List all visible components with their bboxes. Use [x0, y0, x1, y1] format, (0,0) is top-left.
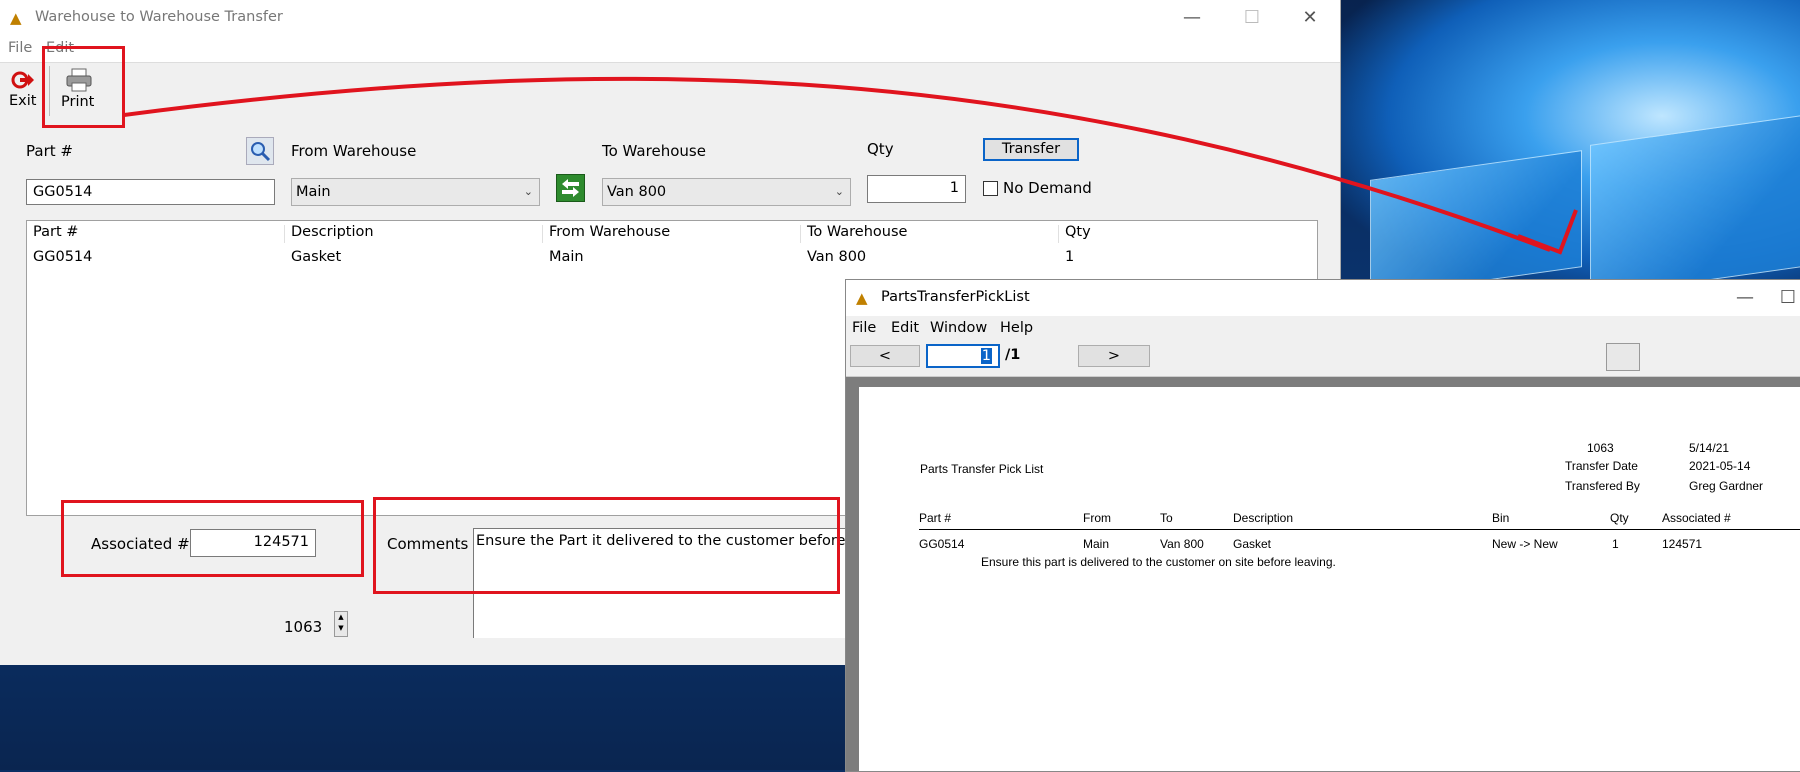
transfer-button[interactable]: Transfer	[983, 138, 1079, 161]
print-highlight-box	[42, 46, 125, 128]
report-header-rule	[919, 529, 1800, 530]
maximize-button[interactable]: ☐	[1768, 280, 1800, 316]
exit-icon	[11, 71, 34, 89]
export-page-icon	[1607, 344, 1639, 370]
page-total: /1	[1005, 347, 1021, 363]
associated-highlight-box	[61, 500, 364, 577]
report-cell-bin: New -> New	[1492, 537, 1558, 551]
title-bar: ▲ Warehouse to Warehouse Transfer — ☐ ✕	[0, 0, 1340, 36]
cell-to: Van 800	[807, 249, 867, 265]
next-page-button[interactable]: >	[1078, 345, 1150, 367]
qty-label: Qty	[867, 140, 894, 158]
to-warehouse-value: Van 800	[607, 184, 667, 200]
no-demand-checkbox[interactable]	[983, 181, 998, 196]
cell-part: GG0514	[33, 249, 93, 265]
close-button[interactable]: ✕	[1290, 0, 1330, 36]
part-label: Part #	[26, 142, 73, 160]
report-window-title: PartsTransferPickList	[881, 289, 1030, 305]
chevron-down-icon: ⌄	[523, 185, 533, 198]
report-header-to: To	[1160, 511, 1173, 525]
prev-page-button[interactable]: <	[850, 345, 920, 367]
exit-button[interactable]: Exit	[4, 67, 40, 115]
desktop-window-pane	[1590, 115, 1800, 297]
cell-qty: 1	[1065, 249, 1075, 265]
report-cell-associated: 124571	[1662, 537, 1703, 551]
report-canvas: 1063 5/14/21 Parts Transfer Pick List Tr…	[846, 377, 1800, 771]
report-preview-window: ▲ PartsTransferPickList — ☐ File Edit Wi…	[845, 279, 1800, 772]
comments-highlight-box	[373, 497, 840, 594]
report-cell-qty: 1	[1612, 537, 1619, 551]
qty-input[interactable]: 1	[867, 175, 966, 203]
from-warehouse-value: Main	[296, 184, 331, 200]
report-header-from: From	[1083, 511, 1111, 525]
menu-file[interactable]: File	[852, 320, 876, 336]
menu-file[interactable]: File	[8, 40, 32, 56]
cell-from: Main	[549, 249, 584, 265]
transfered-by-value: Greg Gardner	[1689, 479, 1764, 493]
report-header-associated: Associated #	[1662, 511, 1731, 525]
report-cell-part: GG0514	[919, 537, 965, 551]
menu-window[interactable]: Window	[930, 320, 987, 336]
chevron-down-icon: ⌄	[834, 185, 844, 198]
report-cell-to: Van 800	[1160, 537, 1204, 551]
report-header-part: Part #	[919, 511, 952, 525]
exit-label: Exit	[9, 93, 37, 109]
no-demand-label: No Demand	[1003, 179, 1092, 197]
window-title: Warehouse to Warehouse Transfer	[35, 9, 283, 25]
spin-up-icon[interactable]: ▲	[335, 612, 347, 623]
page-number-value: 1	[980, 348, 992, 364]
table-row[interactable]: GG0514 Gasket Main Van 800 1	[27, 247, 1317, 269]
grid-header-from[interactable]: From Warehouse	[549, 224, 670, 240]
report-page: 1063 5/14/21 Parts Transfer Pick List Tr…	[859, 387, 1800, 771]
grid-header-qty[interactable]: Qty	[1065, 224, 1091, 240]
report-number: 1063	[1587, 441, 1614, 455]
transfer-date-value: 2021-05-14	[1689, 459, 1751, 473]
app-icon: ▲	[856, 289, 868, 307]
from-warehouse-select[interactable]: Main ⌄	[291, 178, 540, 206]
to-warehouse-select[interactable]: Van 800 ⌄	[602, 178, 851, 206]
search-icon	[251, 142, 271, 162]
part-input[interactable]: GG0514	[26, 179, 275, 205]
report-date: 5/14/21	[1689, 441, 1730, 455]
maximize-button[interactable]: ☐	[1232, 0, 1272, 36]
transfer-date-label: Transfer Date	[1565, 459, 1638, 473]
to-warehouse-label: To Warehouse	[602, 142, 706, 160]
from-warehouse-label: From Warehouse	[291, 142, 417, 160]
grid-header-description[interactable]: Description	[291, 224, 374, 240]
report-navigation-bar: < 1 /1 >	[846, 342, 1800, 377]
part-lookup-button[interactable]	[246, 137, 274, 165]
report-row: GG0514 Main Van 800 Gasket New -> New 1 …	[859, 537, 1800, 555]
column-divider	[542, 225, 543, 243]
report-header-description: Description	[1233, 511, 1294, 525]
number-spinner[interactable]: ▲ ▼	[334, 611, 348, 637]
report-header-bin: Bin	[1492, 511, 1510, 525]
column-divider	[800, 225, 801, 243]
report-title: Parts Transfer Pick List	[920, 462, 1044, 476]
report-cell-description: Gasket	[1233, 537, 1272, 551]
column-divider	[1058, 225, 1059, 243]
report-title-bar: ▲ PartsTransferPickList — ☐	[846, 280, 1800, 316]
report-menu-bar: File Edit Window Help	[846, 316, 1800, 342]
report-note: Ensure this part is delivered to the cus…	[981, 555, 1336, 569]
minimize-button[interactable]: —	[1172, 0, 1212, 36]
page-number-input[interactable]: 1	[926, 344, 1000, 368]
report-cell-from: Main	[1083, 537, 1110, 551]
transfer-number: 1063	[284, 618, 323, 636]
menu-help[interactable]: Help	[1000, 320, 1033, 336]
spin-down-icon[interactable]: ▼	[335, 623, 347, 634]
report-header-qty: Qty	[1610, 511, 1629, 525]
column-divider	[284, 225, 285, 243]
minimize-button[interactable]: —	[1725, 280, 1765, 316]
menu-edit[interactable]: Edit	[891, 320, 919, 336]
export-button[interactable]	[1606, 343, 1640, 371]
swap-arrows-icon	[562, 179, 579, 197]
app-icon: ▲	[10, 9, 22, 27]
cell-description: Gasket	[291, 249, 342, 265]
menu-bar: File Edit	[0, 36, 1340, 63]
swap-warehouses-button[interactable]	[556, 174, 585, 202]
grid-header-part[interactable]: Part #	[33, 224, 78, 240]
grid-header-to[interactable]: To Warehouse	[807, 224, 907, 240]
transfered-by-label: Transfered By	[1565, 479, 1640, 493]
